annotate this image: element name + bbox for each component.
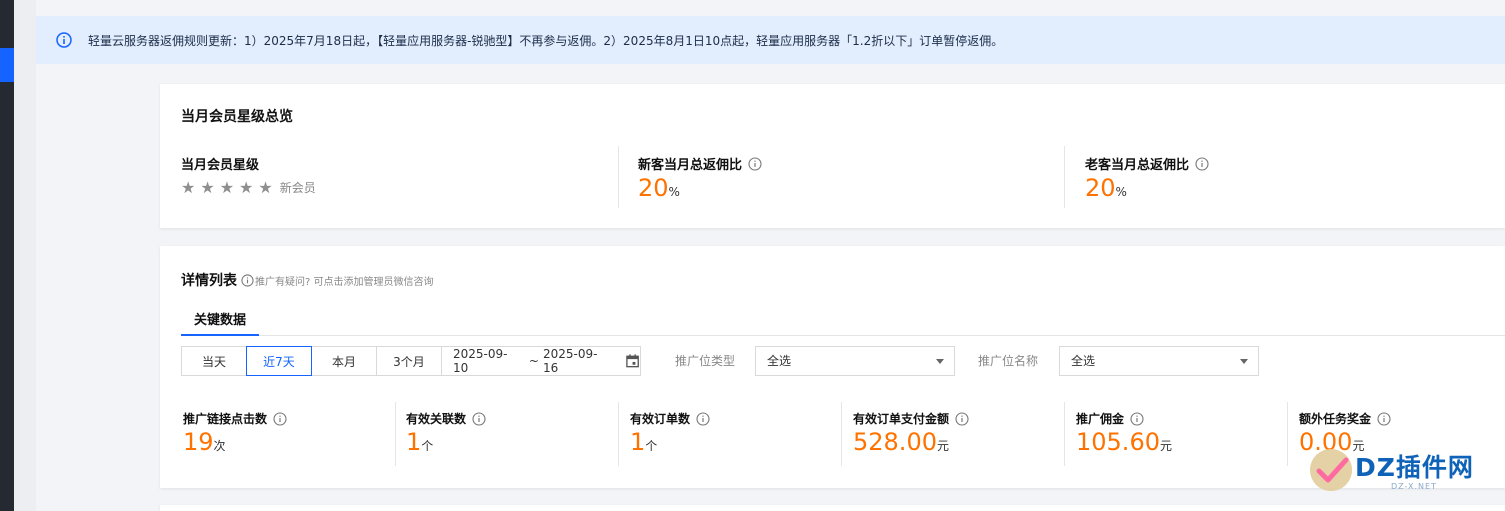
range-month-button[interactable]: 本月 [311,346,377,376]
tab-key-data[interactable]: 关键数据 [181,306,259,336]
metric-clicks: 推广链接点击数 19次 [183,410,287,455]
range-3months-button[interactable]: 3个月 [376,346,442,376]
star-icon: ★ [258,177,273,197]
date-start: 2025-09-10 [453,347,508,375]
left-nav-active-item[interactable] [0,48,14,82]
detail-list-card: 详情列表 推广有疑问? 可点击添加管理员微信咨询 关键数据 当天 近7天 本月 … [160,246,1505,488]
help-icon[interactable] [1377,411,1391,426]
help-icon[interactable] [748,156,762,171]
range-today-button[interactable]: 当天 [181,346,247,376]
next-card-edge [160,505,1505,511]
metric-associations: 有效关联数 1个 [406,410,486,455]
metric-orders: 有效订单数 1个 [630,410,710,455]
star-icon: ★ [239,177,254,197]
secondary-sidebar [14,0,36,511]
member-level: 新会员 [279,181,316,195]
chevron-down-icon [1240,359,1248,364]
member-star-label: 当月会员星级 [181,158,260,173]
divider [841,402,842,466]
divider [1287,402,1288,466]
help-icon [241,273,254,287]
star-icon: ★ [200,177,215,197]
old-ratio-value: 20% [1085,174,1127,202]
divider [618,146,619,208]
help-icon[interactable] [472,411,486,426]
divider [618,402,619,466]
member-overview-card: 当月会员星级总览 当月会员星级 ★ ★ ★ ★ ★ 新会员 新客当月总返佣比 2… [160,84,1505,228]
filter-name-label: 推广位名称 [978,354,1039,368]
old-ratio-block: 老客当月总返佣比 20% [1085,154,1209,201]
date-range-input[interactable]: 2025-09-10 ~ 2025-09-16 [441,346,641,376]
calendar-icon[interactable] [625,353,640,369]
date-end: 2025-09-16 [542,347,598,375]
divider [395,402,396,466]
new-ratio-block: 新客当月总返佣比 20% [638,154,762,201]
watermark: DZ插件网 DZ-X.NET [1305,440,1505,500]
info-icon [56,32,72,48]
range-7days-button[interactable]: 近7天 [246,346,312,376]
new-ratio-label: 新客当月总返佣比 [638,158,743,173]
divider [1064,402,1065,466]
metric-commission: 推广佣金 105.60元 [1076,411,1172,456]
watermark-text: DZ插件网 [1355,453,1474,482]
metric-payment-amount: 有效订单支付金额 528.00元 [853,410,969,455]
star-icon: ★ [181,177,196,197]
member-star-block: 当月会员星级 ★ ★ ★ ★ ★ 新会员 [181,154,316,196]
filter-type-select[interactable]: 全选 [755,346,955,376]
help-icon[interactable] [955,411,969,426]
star-rating: ★ ★ ★ ★ ★ 新会员 [181,179,316,196]
date-separator: ~ [528,354,539,368]
date-range-picker: 当天 近7天 本月 3个月 2025-09-10 ~ 2025-09-16 [181,346,641,376]
help-icon[interactable] [273,411,287,426]
detail-title-row: 详情列表 推广有疑问? 可点击添加管理员微信咨询 [181,270,434,290]
notice-banner: 轻量云服务器返佣规则更新：1）2025年7月18日起，【轻量应用服务器-锐驰型】… [36,16,1505,64]
watermark-logo-icon [1310,449,1352,491]
help-icon[interactable] [1195,156,1209,171]
filter-name-select[interactable]: 全选 [1059,346,1259,376]
old-ratio-label: 老客当月总返佣比 [1085,158,1190,173]
overview-title: 当月会员星级总览 [181,109,293,125]
help-icon[interactable] [1130,411,1144,426]
divider [1064,146,1065,208]
detail-hint[interactable]: 推广有疑问? 可点击添加管理员微信咨询 [241,273,434,288]
new-ratio-value: 20% [638,174,680,202]
notice-text: 轻量云服务器返佣规则更新：1）2025年7月18日起，【轻量应用服务器-锐驰型】… [88,33,1004,48]
left-nav-rail [0,0,14,511]
detail-title: 详情列表 [181,273,237,289]
chevron-down-icon [936,359,944,364]
help-icon[interactable] [696,411,710,426]
watermark-subtext: DZ-X.NET [1391,482,1437,491]
star-icon: ★ [219,177,235,197]
detail-tabs: 关键数据 [181,306,1505,336]
filter-type-label: 推广位类型 [675,354,736,368]
